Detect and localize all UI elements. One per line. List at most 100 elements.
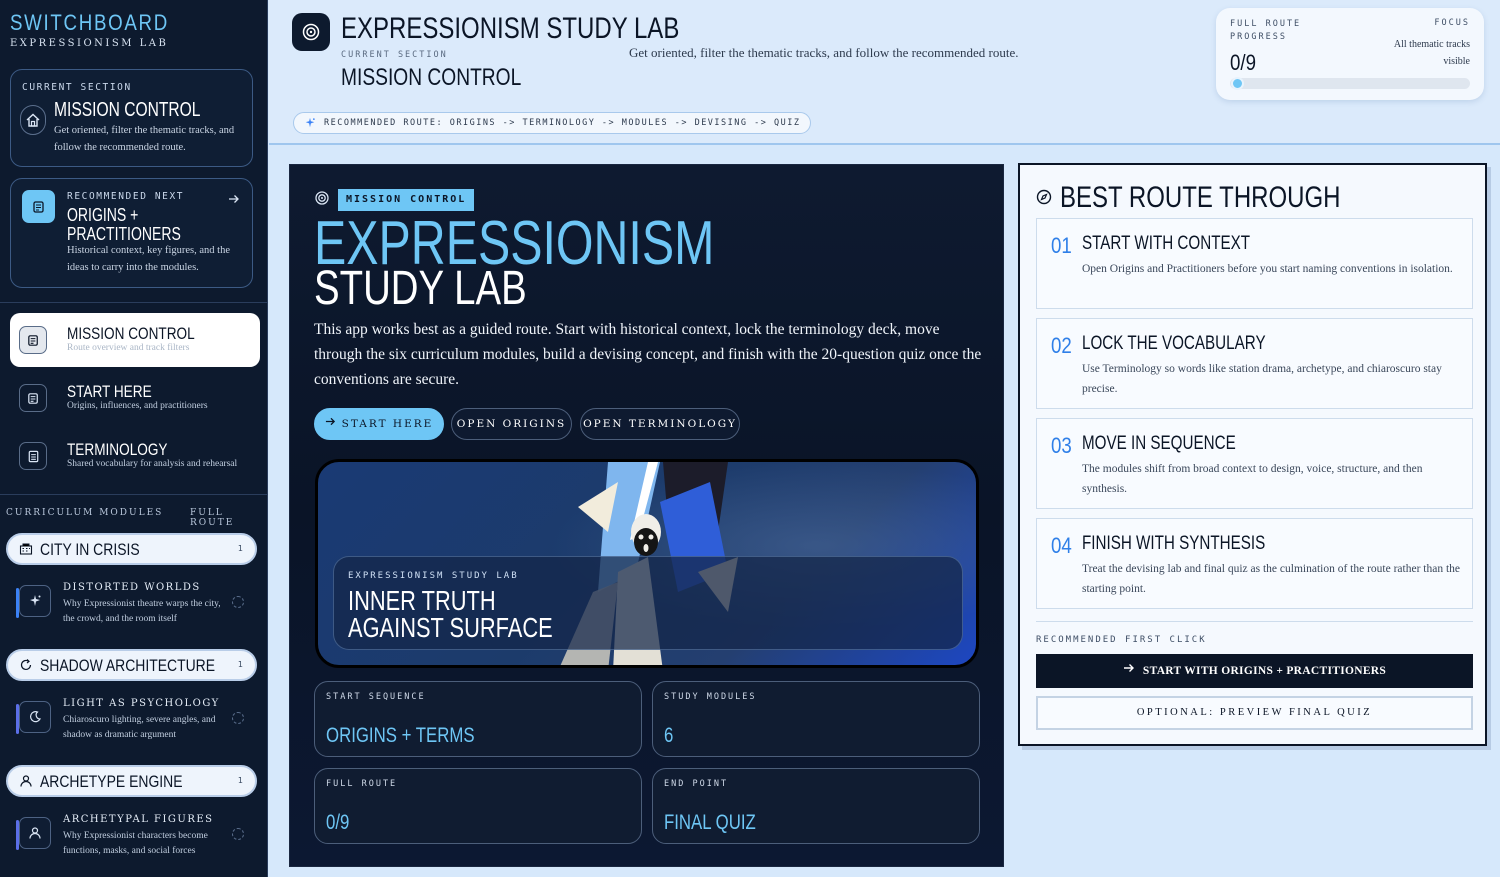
scroll-icon — [19, 384, 47, 412]
stat-label: STUDY MODULES — [664, 692, 757, 702]
step-title: MOVE IN SEQUENCE — [1082, 433, 1236, 454]
sidebar-item-label: START HERE — [67, 382, 152, 401]
recommended-route-text: RECOMMENDED ROUTE: ORIGINS -> TERMINOLOG… — [324, 118, 801, 128]
module-desc: Why Expressionist theatre warps the city… — [63, 599, 221, 624]
route-step-3: 03 MOVE IN SEQUENCE The modules shift fr… — [1036, 418, 1473, 509]
stat-label: FULL ROUTE — [326, 779, 398, 789]
current-section-eyebrow: CURRENT SECTION — [22, 82, 132, 93]
stat-value: 0/9 — [326, 811, 350, 834]
user-icon — [19, 774, 33, 788]
focus-label: FOCUS — [1434, 18, 1470, 28]
sidebar-item-sub: Route overview and track filters — [67, 343, 190, 353]
sidebar-item-sub: Shared vocabulary for analysis and rehea… — [67, 459, 238, 469]
sidebar-item-label: TERMINOLOGY — [67, 440, 168, 459]
moon-icon — [19, 701, 51, 733]
module-group-shadow-architecture[interactable]: SHADOW ARCHITECTURE 1 — [6, 649, 257, 681]
compass-icon — [1036, 189, 1052, 210]
sidebar-item-mission-control[interactable]: MISSION CONTROL Route overview and track… — [10, 313, 260, 367]
full-route-link[interactable]: FULL ROUTE — [190, 508, 267, 528]
hero-caption: EXPRESSIONISM STUDY LAB INNER TRUTH AGAI… — [333, 556, 963, 650]
progress-label: FULL ROUTE PROGRESS — [1230, 19, 1302, 42]
preview-final-quiz-button[interactable]: OPTIONAL: PREVIEW FINAL QUIZ — [1036, 696, 1473, 730]
module-status-indicator — [232, 828, 244, 840]
sidebar-item-sub: Origins, influences, and practitioners — [67, 401, 208, 411]
notebook-icon — [19, 442, 47, 470]
step-desc: Treat the devising lab and final quiz as… — [1082, 563, 1461, 595]
module-group-count: 1 — [237, 776, 243, 785]
sidebar-divider — [0, 302, 267, 303]
module-distorted-worlds[interactable]: DISTORTED WORLDS Why Expressionist theat… — [16, 582, 256, 632]
hero-caption-line1: INNER TRUTH — [348, 585, 496, 616]
sidebar-item-terminology[interactable]: TERMINOLOGY Shared vocabulary for analys… — [10, 429, 260, 483]
header-description: Get oriented, filter the thematic tracks… — [629, 45, 1019, 60]
module-group-title: CITY IN CRISIS — [40, 540, 140, 559]
module-group-title: SHADOW ARCHITECTURE — [40, 656, 216, 675]
step-desc: The modules shift from broad context to … — [1082, 463, 1423, 495]
recommended-next-eyebrow: RECOMMENDED NEXT — [67, 191, 185, 202]
module-group-archetype-engine[interactable]: ARCHETYPE ENGINE 1 — [6, 765, 257, 797]
stat-label: END POINT — [664, 779, 729, 789]
focus-value: All thematic tracks visible — [1393, 39, 1470, 67]
open-origins-button[interactable]: OPEN ORIGINS — [451, 408, 572, 440]
route-step-2: 02 LOCK THE VOCABULARY Use Terminology s… — [1036, 318, 1473, 409]
current-section-title: MISSION CONTROL — [54, 99, 201, 121]
route-step-1: 01 START WITH CONTEXT Open Origins and P… — [1036, 218, 1473, 309]
module-title: LIGHT AS PSYCHOLOGY — [63, 698, 220, 709]
page-header: EXPRESSIONISM STUDY LAB CURRENT SECTION … — [269, 0, 1500, 145]
module-archetypal-figures[interactable]: ARCHETYPAL FIGURES Why Expressionist cha… — [16, 814, 256, 864]
progress-card: FULL ROUTE PROGRESS FOCUS All thematic t… — [1216, 8, 1484, 100]
stat-start-sequence: START SEQUENCE ORIGINS + TERMS — [314, 681, 642, 757]
brand-subtitle: EXPRESSIONISM LAB — [10, 38, 169, 49]
arrow-right-icon — [325, 409, 336, 439]
module-group-city-in-crisis[interactable]: CITY IN CRISIS 1 — [6, 533, 257, 565]
first-click-label: RECOMMENDED FIRST CLICK — [1036, 635, 1207, 645]
best-route-panel: BEST ROUTE THROUGH 01 START WITH CONTEXT… — [1018, 163, 1487, 746]
sidebar-item-start-here[interactable]: START HERE Origins, influences, and prac… — [10, 371, 260, 425]
recommended-next-card[interactable]: RECOMMENDED NEXT ORIGINS + PRACTITIONERS… — [10, 178, 253, 288]
module-group-title: ARCHETYPE ENGINE — [40, 772, 183, 791]
start-here-button[interactable]: START HERE — [314, 408, 444, 440]
start-with-origins-button[interactable]: START WITH ORIGINS + PRACTITIONERS — [1036, 654, 1473, 688]
stat-study-modules: STUDY MODULES 6 — [652, 681, 980, 757]
step-title: LOCK THE VOCABULARY — [1082, 333, 1266, 354]
step-desc: Use Terminology so words like station dr… — [1082, 363, 1442, 395]
mission-control-panel: MISSION CONTROL EXPRESSIONISM STUDY LAB … — [289, 164, 1004, 867]
stat-value: FINAL QUIZ — [664, 811, 756, 834]
module-title: DISTORTED WORLDS — [63, 582, 201, 593]
open-terminology-button[interactable]: OPEN TERMINOLOGY — [580, 408, 740, 440]
route-panel-divider — [1036, 621, 1473, 622]
refresh-icon — [19, 658, 33, 672]
sidebar: SWITCHBOARD EXPRESSIONISM LAB CURRENT SE… — [0, 0, 268, 877]
current-section-label: CURRENT SECTION — [341, 50, 448, 60]
module-light-as-psychology[interactable]: LIGHT AS PSYCHOLOGY Chiaroscuro lighting… — [16, 698, 256, 748]
stat-value: 6 — [664, 724, 674, 747]
module-desc: Why Expressionist characters become func… — [63, 831, 208, 856]
scroll-icon — [19, 326, 47, 354]
hero-banner: EXPRESSIONISM STUDY LAB INNER TRUTH AGAI… — [315, 459, 979, 668]
open-terminology-label: OPEN TERMINOLOGY — [583, 418, 737, 430]
home-icon — [20, 105, 46, 135]
module-status-indicator — [232, 712, 244, 724]
page-title: EXPRESSIONISM STUDY LAB — [341, 12, 680, 45]
start-with-origins-label: START WITH ORIGINS + PRACTITIONERS — [1142, 665, 1387, 677]
step-number: 02 — [1051, 333, 1072, 358]
sidebar-divider — [0, 494, 267, 495]
module-group-count: 1 — [237, 544, 243, 553]
step-number: 01 — [1051, 233, 1072, 258]
current-section-name: MISSION CONTROL — [341, 64, 522, 91]
open-origins-label: OPEN ORIGINS — [456, 418, 567, 430]
stat-end-point: END POINT FINAL QUIZ — [652, 768, 980, 844]
intro-paragraph: This app works best as a guided route. S… — [314, 321, 982, 388]
module-status-indicator — [232, 596, 244, 608]
route-step-4: 04 FINISH WITH SYNTHESIS Treat the devis… — [1036, 518, 1473, 609]
sparkle-icon — [304, 117, 316, 129]
module-title: ARCHETYPAL FIGURES — [63, 814, 214, 825]
stat-label: START SEQUENCE — [326, 692, 426, 702]
stat-value: ORIGINS + TERMS — [326, 724, 475, 747]
sparkle-icon — [19, 585, 51, 617]
module-group-count: 1 — [237, 660, 243, 669]
user-icon — [19, 817, 51, 849]
sidebar-item-label: MISSION CONTROL — [67, 324, 195, 343]
module-desc: Chiaroscuro lighting, severe angles, and… — [63, 715, 216, 740]
start-here-label: START HERE — [341, 418, 434, 430]
